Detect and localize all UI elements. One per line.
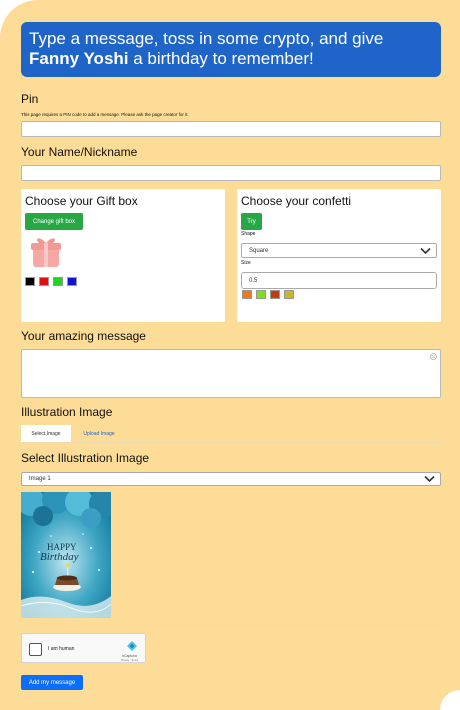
tabs-divider bbox=[21, 442, 441, 443]
message-label: Your amazing message bbox=[21, 329, 146, 343]
confetti-color-swatch-1[interactable] bbox=[242, 290, 252, 299]
gift-box-color-swatch-2[interactable] bbox=[39, 277, 49, 286]
card-birthday-text: Birthday bbox=[40, 551, 79, 563]
banner-text-before: Type a message, toss in some crypto, and… bbox=[29, 29, 384, 48]
banner-recipient-name: Fanny Yoshi bbox=[29, 49, 129, 68]
confetti-title: Choose your confetti bbox=[241, 194, 352, 208]
gift-box-panel: Choose your Gift box Change gift box bbox=[21, 189, 225, 322]
name-label: Your Name/Nickname bbox=[21, 145, 138, 159]
size-label: Size bbox=[241, 260, 251, 266]
shape-select[interactable]: Square bbox=[241, 243, 437, 258]
illustration-label: Illustration Image bbox=[21, 405, 113, 419]
banner-text-after: a birthday to remember! bbox=[128, 49, 314, 68]
illustration-preview[interactable]: HAPPY Birthday bbox=[21, 492, 111, 618]
gift-box-color-swatch-3[interactable] bbox=[53, 277, 63, 286]
pin-input[interactable] bbox=[21, 121, 441, 137]
shape-value: Square bbox=[249, 247, 269, 254]
gift-box-title: Choose your Gift box bbox=[25, 194, 138, 208]
confetti-color-swatch-2[interactable] bbox=[256, 290, 266, 299]
hcaptcha-widget: I am human hCaptcha Privacy - Terms bbox=[21, 633, 146, 663]
pin-note: This page requires a PIN code to add a m… bbox=[21, 112, 189, 117]
message-form-card: Type a message, toss in some crypto, and… bbox=[0, 0, 460, 710]
hcaptcha-logo-icon bbox=[127, 641, 137, 651]
chevron-down-icon bbox=[420, 247, 431, 254]
try-confetti-button[interactable]: Try bbox=[241, 213, 262, 230]
birthday-card-image: HAPPY Birthday bbox=[21, 492, 111, 618]
size-input[interactable]: 0.5 bbox=[241, 272, 437, 289]
confetti-color-swatch-4[interactable] bbox=[284, 290, 294, 299]
tab-upload-image[interactable]: Upload Image bbox=[73, 425, 125, 442]
name-input[interactable] bbox=[21, 165, 441, 181]
gift-box-color-swatch-4[interactable] bbox=[67, 277, 77, 286]
confetti-color-swatch-3[interactable] bbox=[270, 290, 280, 299]
message-textarea[interactable] bbox=[21, 349, 441, 398]
captcha-privacy-terms[interactable]: Privacy - Terms bbox=[121, 659, 138, 662]
confetti-panel: Choose your confetti Try Shape Square Si… bbox=[237, 189, 441, 322]
chevron-down-icon bbox=[424, 475, 435, 483]
change-gift-box-button[interactable]: Change gift box bbox=[25, 213, 83, 230]
gift-box-icon bbox=[31, 238, 61, 267]
captcha-brand: hCaptcha bbox=[122, 654, 137, 658]
tab-select-image[interactable]: Select Image bbox=[21, 425, 71, 442]
section-divider bbox=[21, 625, 441, 626]
captcha-label: I am human bbox=[48, 646, 75, 652]
page-banner: Type a message, toss in some crypto, and… bbox=[21, 22, 441, 77]
pin-label: Pin bbox=[21, 92, 39, 106]
select-illustration-label: Select Illustration Image bbox=[21, 451, 150, 465]
shape-label: Shape bbox=[241, 231, 256, 237]
size-value: 0.5 bbox=[249, 277, 258, 284]
illustration-select[interactable]: Image 1 bbox=[21, 472, 441, 486]
captcha-checkbox[interactable] bbox=[29, 643, 42, 656]
add-message-button[interactable]: Add my message bbox=[21, 675, 83, 690]
illustration-selected-value: Image 1 bbox=[29, 476, 51, 482]
gift-box-color-swatch-1[interactable] bbox=[25, 277, 35, 286]
emoji-icon[interactable] bbox=[430, 353, 437, 360]
